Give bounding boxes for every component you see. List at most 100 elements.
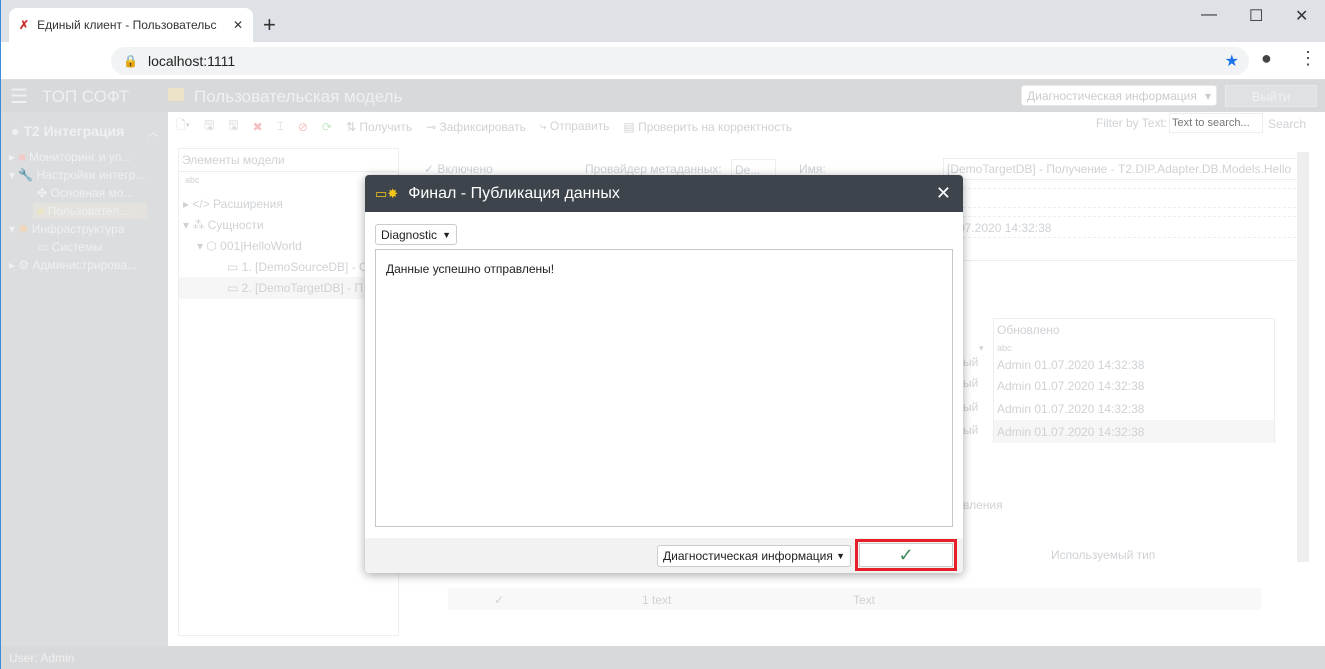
grid-row[interactable]: Admin 01.07.2020 14:32:38 — [997, 379, 1144, 393]
publish-dialog: ▭✸ Финал - Публикация данных ✕ Diagnosti… — [365, 175, 963, 573]
chevron-down-icon: ▼ — [836, 551, 845, 561]
save-close-icon[interactable]: 🖫 — [228, 116, 238, 137]
filter-label: Filter by Text: — [1096, 116, 1168, 130]
tree-node-extensions[interactable]: ▸ </> Расширения — [183, 197, 283, 211]
menu-dots-icon[interactable]: ⋮ — [1299, 48, 1317, 69]
item-label: Мониторинг и уп... — [28, 150, 132, 164]
collapse-icon[interactable]: ︿ — [147, 123, 159, 140]
bookmark-star-icon[interactable]: ★ — [1225, 51, 1239, 71]
refresh-icon[interactable]: ⟳ — [322, 120, 332, 134]
col-used-type: Используемый тип — [1051, 548, 1156, 562]
hamburger-menu-icon[interactable]: ☰ — [10, 84, 28, 109]
label: Зафиксировать — [439, 119, 526, 134]
sidebar-item-user-model[interactable]: ■ Пользовател... — [33, 203, 147, 219]
ok-button[interactable]: ✓ — [855, 539, 957, 571]
row-text: text — [652, 593, 672, 607]
grid-filter-input[interactable]: abc — [997, 343, 1012, 353]
minimize-button[interactable]: — — [1201, 6, 1217, 24]
profile-icon[interactable]: ● — [1261, 48, 1272, 69]
footer-diagnostic-select[interactable]: Диагностическая информация ▼ — [657, 545, 851, 567]
url-text: localhost:1111 — [147, 53, 236, 69]
rename-icon[interactable]: ⌶ — [277, 119, 284, 134]
filter-input[interactable] — [1169, 113, 1263, 133]
save-icon[interactable]: 🖫 — [204, 116, 214, 137]
close-tab-icon[interactable]: ✕ — [233, 18, 243, 32]
chevron-down-icon: ▼ — [442, 229, 451, 240]
grid-row[interactable]: Admin 01.07.2020 14:32:38 — [994, 420, 1274, 443]
lock-icon: 🔒 — [123, 54, 138, 68]
send-button[interactable]: ⤷ Отправить — [540, 119, 610, 134]
sidebar-section-t2[interactable]: ● Т2 Интеграция — [11, 123, 124, 139]
commit-button[interactable]: ⊸ Зафиксировать — [426, 120, 526, 134]
select-value: Диагностическая информация — [663, 549, 833, 563]
grid-partial: ый — [963, 376, 979, 390]
maximize-button[interactable]: ☐ — [1249, 6, 1263, 26]
grid-partial: ый — [963, 400, 979, 414]
grid: Обновлено abc ▾ Admin 01.07.2020 14:32:3… — [979, 318, 1275, 443]
scrollbar[interactable] — [1297, 152, 1309, 562]
grid-row[interactable]: Admin 01.07.2020 14:32:38 — [997, 358, 1144, 370]
label: Получить — [359, 119, 413, 134]
app-header: ☰ ТОП СОФТ Пользовательская модель Диагн… — [1, 80, 1325, 112]
folder-icon — [168, 88, 184, 101]
row-type: Text — [853, 593, 876, 607]
message-area[interactable]: Данные успешно отправлены! — [375, 249, 953, 527]
node-label: 1. [DemoSourceDB] - О — [241, 260, 369, 274]
grid-partial: ый — [963, 423, 979, 437]
validate-button[interactable]: ▤ Проверить на корректность — [623, 120, 792, 134]
tree-node-entities[interactable]: ▾ ⁂ Сущности — [183, 218, 264, 232]
close-icon[interactable]: ✕ — [936, 183, 951, 204]
log-level-select[interactable]: Diagnostic ▼ — [375, 224, 457, 245]
cancel-icon[interactable]: ⊘ — [298, 120, 308, 134]
header-diagnostic-select[interactable]: Диагностическая информация ▾ — [1021, 85, 1217, 106]
get-button[interactable]: ⇅ Получить — [346, 120, 412, 134]
logout-button[interactable]: Выйти — [1225, 85, 1317, 107]
status-user: User: Admin — [1, 646, 1325, 669]
select-value: Диагностическая информация — [1027, 88, 1197, 103]
col-updated: Обновлено — [997, 323, 1060, 337]
page-title: Пользовательская модель — [194, 87, 403, 106]
sidebar-item-admin[interactable]: ▸ ⚙ Администрирова... — [9, 258, 137, 272]
date-field: 07.2020 14:32:38 — [943, 216, 1301, 238]
close-window-button[interactable]: ✕ — [1295, 6, 1308, 26]
label: Отправить — [549, 119, 610, 133]
name-label: Имя: — [799, 162, 826, 176]
enabled-checkbox[interactable]: ✓ Включено — [424, 162, 493, 176]
dialog-footer: Диагностическая информация ▼ ✓ — [365, 538, 963, 573]
grid-row[interactable]: Admin 01.07.2020 14:32:38 — [997, 402, 1144, 416]
tree-header: Элементы модели — [182, 153, 285, 167]
label: Включено — [437, 162, 493, 176]
browser-tab[interactable]: ✗ Единый клиент - Пользовательс ✕ — [9, 8, 253, 42]
new-tab-button[interactable]: + — [263, 12, 276, 38]
name-input[interactable]: [DemoTargetDB] - Получение - T2.DIP.Adap… — [943, 158, 1301, 180]
item-label: Пользовател... — [47, 204, 130, 218]
dialog-icon: ▭✸ — [375, 185, 399, 201]
item-label: Системы — [51, 240, 102, 254]
row-checkbox[interactable]: ✓ — [494, 593, 504, 607]
app-favicon-icon: ✗ — [19, 18, 30, 32]
provider-label: Провайдер метаданных: — [585, 162, 722, 176]
dialog-title: Финал - Публикация данных — [408, 184, 620, 202]
row-num: 1 — [642, 593, 649, 607]
node-label: 2. [DemoTargetDB] - П — [241, 281, 364, 295]
sidebar-item-infrastructure[interactable]: ▾ ✺ Инфраструктура — [9, 222, 125, 236]
tab-partial[interactable]: вления — [963, 498, 1003, 512]
sidebar-item-monitoring[interactable]: ▸ ■ Мониторинг и уп... — [9, 150, 131, 164]
grid-partial: ый — [963, 355, 979, 369]
tree-filter-input[interactable]: abc — [185, 175, 200, 185]
sidebar-item-systems[interactable]: ▭ Системы — [37, 240, 102, 254]
node-label: Расширения — [213, 197, 283, 211]
url-input[interactable]: 🔒 localhost:1111 ★ — [111, 47, 1249, 75]
checkmark-icon: ✓ — [898, 544, 914, 565]
delete-icon[interactable]: ✖ — [253, 120, 263, 134]
message-text: Данные успешно отправлены! — [386, 262, 555, 276]
search-button[interactable]: Search — [1268, 117, 1306, 131]
node-label: Сущности — [207, 218, 264, 232]
sidebar-item-settings[interactable]: ▾ 🔧 Настройки интегр... — [9, 168, 145, 182]
chevron-down-icon: ▾ — [1204, 88, 1211, 103]
tree-node-source[interactable]: ▭ 1. [DemoSourceDB] - О — [227, 260, 368, 274]
new-icon[interactable]: 🗋▾ — [176, 116, 190, 137]
tree-node-helloworld[interactable]: ▾ ⬡ 001|HelloWorld — [197, 239, 302, 253]
toolbar: 🗋▾ 🖫 🖫 ✖ ⌶ ⊘ ⟳ ⇅ Получить ⊸ Зафиксировать ⤷ От… — [176, 116, 792, 137]
sidebar-item-main-model[interactable]: ✤ Основная мо... — [37, 186, 133, 200]
